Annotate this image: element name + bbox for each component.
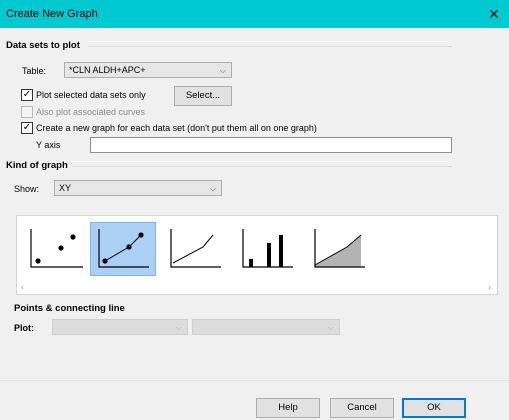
select-button[interactable]: Select... — [174, 86, 232, 106]
ok-button[interactable]: OK — [402, 398, 466, 418]
chevron-left-icon[interactable]: ‹ — [21, 282, 24, 292]
chevron-down-icon: ⌵ — [175, 323, 182, 332]
points-heading: Points & connecting line — [14, 303, 125, 314]
show-select-value: XY — [59, 183, 72, 193]
chevron-right-icon[interactable]: › — [488, 282, 491, 292]
window-title: Create New Graph — [6, 8, 98, 20]
chevron-down-icon: ⌵ — [219, 66, 226, 75]
kind-heading: Kind of graph — [6, 160, 68, 171]
new-graph-label: Create a new graph for each data set (do… — [36, 123, 317, 133]
graph-type-area[interactable] — [309, 223, 373, 275]
plot-label: Plot: — [14, 323, 34, 333]
plot-selected-label: Plot selected data sets only — [36, 90, 146, 100]
spikes-icon — [242, 229, 293, 268]
line-style-select[interactable]: ⌵ — [192, 319, 340, 335]
datasets-heading: Data sets to plot — [6, 40, 80, 51]
chevron-down-icon: ⌵ — [209, 184, 216, 193]
title-bar: Create New Graph ✕ — [0, 0, 509, 28]
plot-selected-checkbox[interactable]: ✓ — [21, 89, 33, 101]
cancel-button[interactable]: Cancel — [330, 398, 394, 418]
graph-type-scatter[interactable] — [27, 223, 91, 275]
plot-style-select[interactable]: ⌵ — [52, 319, 188, 335]
associated-curves-label: Also plot associated curves — [36, 107, 146, 117]
table-label: Table: — [22, 66, 47, 76]
show-select[interactable]: XY ⌵ — [54, 180, 222, 196]
chevron-down-icon: ⌵ — [327, 323, 334, 332]
help-button[interactable]: Help — [256, 398, 320, 418]
show-label: Show: — [14, 184, 40, 194]
graph-type-line[interactable] — [165, 223, 229, 275]
table-select-value: *CLN ALDH+APC+ — [69, 65, 146, 75]
close-icon[interactable]: ✕ — [480, 2, 508, 26]
gallery-scrollbar[interactable]: ‹ › — [17, 282, 497, 294]
table-select[interactable]: *CLN ALDH+APC+ ⌵ — [64, 62, 232, 78]
datasets-divider — [88, 46, 452, 47]
associated-curves-checkbox[interactable] — [21, 106, 33, 118]
y-axis-input[interactable] — [90, 137, 452, 153]
dialog-footer: Help Cancel OK — [0, 380, 509, 420]
scatter-points-icon — [30, 229, 83, 268]
graph-type-points-line[interactable] — [90, 222, 156, 276]
area-fill-icon — [314, 229, 365, 268]
kind-divider — [72, 166, 452, 167]
graph-type-gallery: ‹ › — [16, 215, 498, 295]
new-graph-checkbox[interactable]: ✓ — [21, 122, 33, 134]
points-and-line-icon — [98, 229, 149, 268]
line-only-icon — [170, 229, 221, 268]
y-axis-label: Y axis — [36, 140, 61, 150]
graph-type-spikes[interactable] — [237, 223, 301, 275]
